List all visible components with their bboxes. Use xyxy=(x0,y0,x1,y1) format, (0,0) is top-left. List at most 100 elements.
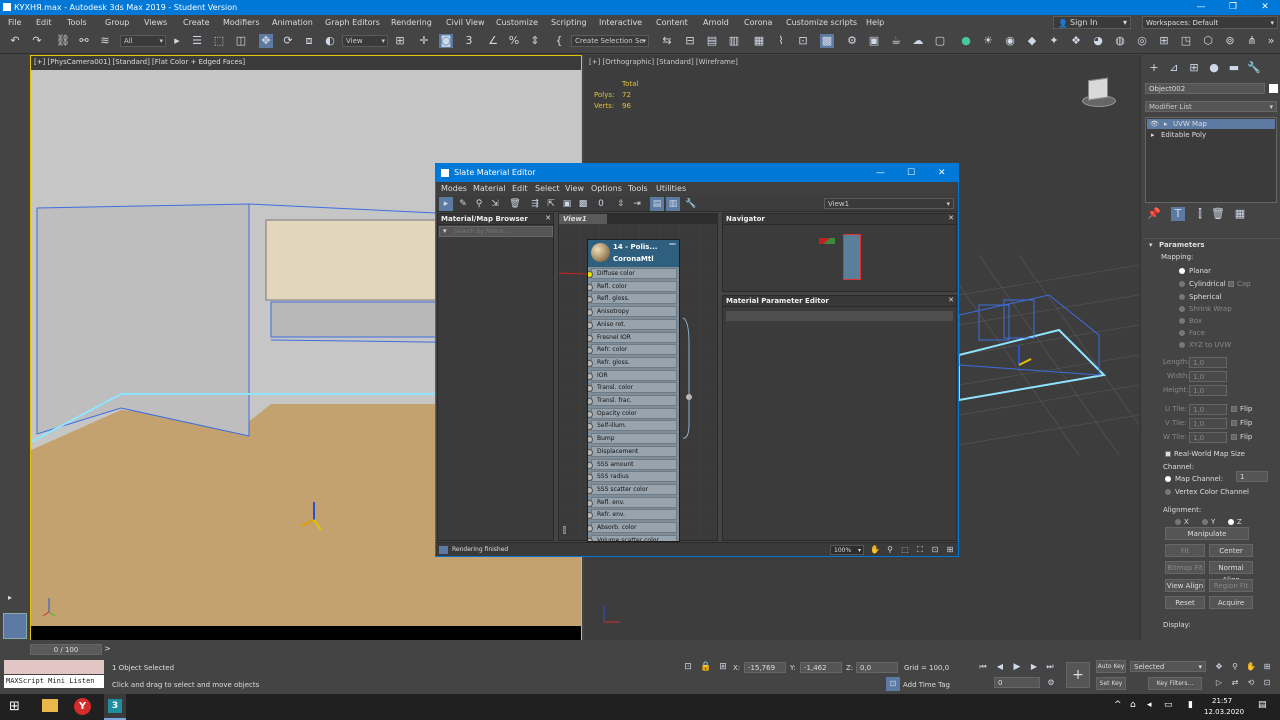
schematic-view-icon[interactable]: ⊡ xyxy=(796,34,810,48)
a360-icon[interactable]: ▢ xyxy=(933,34,947,48)
prev-frame-icon[interactable]: ◀ xyxy=(993,660,1007,674)
corona-vfb-icon[interactable]: ◕ xyxy=(1091,34,1105,48)
x-coord-field[interactable]: -15,769 xyxy=(744,662,786,673)
slot-socket-icon[interactable] xyxy=(588,385,593,393)
material-id-icon[interactable]: 0 xyxy=(594,197,608,211)
fov-icon[interactable]: ▷ xyxy=(1212,676,1226,690)
minimize-button[interactable]: — xyxy=(1186,0,1216,15)
corona-light-icon[interactable]: ● xyxy=(959,34,973,48)
zoom-dropdown[interactable]: 100% ▾ xyxy=(830,545,864,555)
slot-socket-icon[interactable] xyxy=(588,423,593,431)
sign-in-button[interactable]: 👤 Sign In ▾ xyxy=(1053,16,1131,29)
stack-item-uvw-map[interactable]: 👁 ▸ UVW Map xyxy=(1147,119,1275,129)
slot-socket-icon[interactable] xyxy=(588,321,593,329)
keyboard-shortcut-icon[interactable]: ◙ xyxy=(439,34,453,48)
close-icon[interactable]: ✕ xyxy=(948,296,954,304)
sme-menu-edit[interactable]: Edit xyxy=(512,182,528,196)
configure-sets-icon[interactable]: ▦ xyxy=(1233,207,1247,221)
auto-key-button[interactable]: Auto Key xyxy=(1096,660,1126,673)
material-slot[interactable]: Refr. gloss. xyxy=(588,356,677,368)
cylindrical-radio[interactable] xyxy=(1179,281,1185,287)
orbit-sub-icon[interactable]: ⟲ xyxy=(1244,676,1258,690)
material-slot[interactable]: Refl. color xyxy=(588,280,677,292)
zoom-region-icon[interactable]: ⬚ xyxy=(898,543,912,557)
corona-proxy-icon[interactable]: ◆ xyxy=(1025,34,1039,48)
close-icon[interactable]: ✕ xyxy=(948,214,954,222)
material-slot[interactable]: Transl. frac. xyxy=(588,395,677,406)
scene-explorer-icon[interactable]: ▤ xyxy=(705,34,719,48)
absolute-mode-icon[interactable]: ⊞ xyxy=(716,660,730,674)
menu-create[interactable]: Create xyxy=(183,15,210,30)
show-background-icon[interactable]: ▩ xyxy=(576,197,590,211)
planar-radio[interactable] xyxy=(1179,268,1185,274)
sme-menu-modes[interactable]: Modes xyxy=(441,182,467,196)
utilities-tab-icon[interactable]: 🔧 xyxy=(1247,61,1261,75)
menu-scripting[interactable]: Scripting xyxy=(551,15,587,30)
center-button[interactable]: Center xyxy=(1209,544,1253,557)
slot-socket-icon[interactable] xyxy=(588,448,593,456)
tray-chevron-icon[interactable]: ^ xyxy=(1114,700,1122,710)
slot-socket-icon[interactable] xyxy=(588,436,593,444)
slot-socket-icon[interactable] xyxy=(588,359,593,367)
modifier-list-dropdown[interactable]: Modifier List ▾ xyxy=(1145,101,1277,112)
slot-socket-icon[interactable] xyxy=(588,271,593,278)
slot-socket-icon[interactable] xyxy=(588,461,593,469)
menu-tools[interactable]: Tools xyxy=(67,15,87,30)
material-slot[interactable]: Self-illum. xyxy=(588,420,677,432)
select-by-material-icon[interactable]: 🔧 xyxy=(684,197,698,211)
align-y-radio[interactable] xyxy=(1202,519,1208,525)
placement-icon[interactable]: ◐ xyxy=(323,34,337,48)
menu-customize[interactable]: Customize xyxy=(496,15,538,30)
select-tool-icon[interactable]: ▸ xyxy=(439,197,453,211)
workspaces-dropdown[interactable]: Workspaces: Default ▾ xyxy=(1142,16,1278,29)
material-slot[interactable]: Transl. color xyxy=(588,382,677,394)
corona-ring-icon[interactable]: ⊚ xyxy=(1223,34,1237,48)
slot-socket-icon[interactable] xyxy=(588,283,593,291)
expand-arrow-icon[interactable]: ▸ xyxy=(8,593,12,602)
render-icon[interactable]: ☕ xyxy=(889,34,903,48)
bind-space-warp-icon[interactable]: ≋ xyxy=(98,34,112,48)
keyboard-icon[interactable]: ▭ xyxy=(1164,700,1173,710)
collapse-icon[interactable]: — xyxy=(669,240,676,248)
add-key-icon[interactable]: + xyxy=(1066,662,1090,688)
undo-icon[interactable]: ↶ xyxy=(8,34,22,48)
menu-civil-view[interactable]: Civil View xyxy=(446,15,485,30)
pin-stack-icon[interactable]: 📌 xyxy=(1147,207,1161,221)
menu-customize-scripts[interactable]: Customize scripts xyxy=(786,15,857,30)
view-dropdown[interactable]: View1 ▾ xyxy=(824,198,954,209)
slot-socket-icon[interactable] xyxy=(588,372,593,380)
material-node[interactable]: 14 - Polis... CoronaMtl — Diffuse color R… xyxy=(587,239,680,542)
material-slot[interactable]: Refr. env. xyxy=(588,509,677,521)
windows-start-icon[interactable]: ⊞ xyxy=(9,699,20,715)
chevron-down-icon[interactable]: ▾ xyxy=(443,227,447,235)
viewport-label[interactable]: [+] [Orthographic] [Standard] [Wireframe… xyxy=(589,58,738,66)
menu-file[interactable]: File xyxy=(8,15,21,30)
viewcube[interactable] xyxy=(1078,77,1118,109)
menu-corona[interactable]: Corona xyxy=(744,15,772,30)
max-toggle-icon[interactable]: ⊞ xyxy=(1260,660,1274,674)
select-by-name-icon[interactable]: ☰ xyxy=(190,34,204,48)
face-radio[interactable] xyxy=(1179,330,1185,336)
parameters-rollout-title[interactable]: Parameters xyxy=(1159,241,1205,249)
sme-menu-select[interactable]: Select xyxy=(535,182,560,196)
material-editor-icon[interactable]: ▩ xyxy=(820,34,834,48)
make-unique-icon[interactable]: ⫿ xyxy=(1193,207,1207,221)
pan-view-icon[interactable]: ✋ xyxy=(1244,660,1258,674)
close-icon[interactable]: ✕ xyxy=(545,214,551,222)
viewport-layout-button[interactable] xyxy=(3,613,27,639)
slot-socket-icon[interactable] xyxy=(588,512,593,520)
corona-interactive-icon[interactable]: ◍ xyxy=(1113,34,1127,48)
sme-menu-tools[interactable]: Tools xyxy=(628,182,648,196)
menu-arnold[interactable]: Arnold xyxy=(703,15,729,30)
toolbar-overflow-icon[interactable]: » xyxy=(1264,34,1278,48)
menu-rendering[interactable]: Rendering xyxy=(391,15,432,30)
xyz-to-uvw-radio[interactable] xyxy=(1179,342,1185,348)
menu-content[interactable]: Content xyxy=(656,15,688,30)
named-selection-dropdown[interactable]: Create Selection Se ▾ xyxy=(571,35,649,47)
motion-tab-icon[interactable]: ● xyxy=(1207,61,1221,75)
tab-view1[interactable]: View1 xyxy=(559,214,607,224)
map-channel-radio[interactable] xyxy=(1165,476,1171,482)
length-field[interactable]: 1,0 xyxy=(1189,357,1227,368)
move-children-icon[interactable]: ⇶ xyxy=(528,197,542,211)
key-filters-button[interactable]: Key Filters... xyxy=(1148,677,1202,690)
